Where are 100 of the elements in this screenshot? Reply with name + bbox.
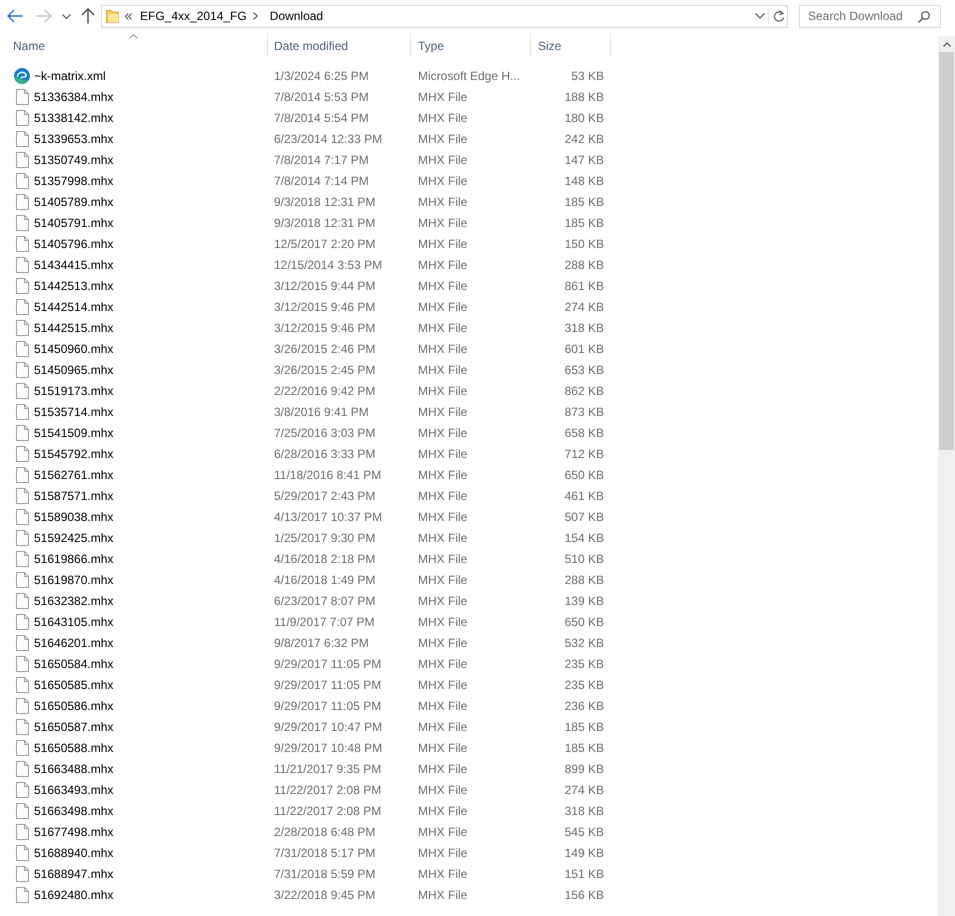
file-size: 318 KB [564, 320, 604, 334]
file-name[interactable]: 51442515.mhx [34, 320, 114, 334]
file-size: 236 KB [564, 698, 604, 712]
file-name[interactable]: 51677498.mhx [34, 824, 114, 838]
search-icon[interactable] [918, 10, 930, 22]
document-icon [16, 844, 29, 860]
date-modified: 5/29/2017 2:43 PM [274, 488, 376, 502]
document-icon [16, 172, 29, 188]
file-type: MHX File [418, 384, 468, 398]
column-header[interactable]: Date modified [268, 33, 411, 57]
file-name[interactable]: 51663493.mhx [34, 782, 114, 796]
date-modified: 9/29/2017 10:47 PM [274, 720, 382, 734]
file-name[interactable]: 51650586.mhx [34, 698, 114, 712]
file-type: MHX File [418, 866, 468, 880]
back-button[interactable] [7, 8, 23, 24]
date-modified: 11/9/2017 7:07 PM [274, 614, 375, 628]
file-name[interactable]: 51663488.mhx [34, 762, 114, 776]
document-icon [16, 802, 29, 818]
file-size: 185 KB [564, 216, 604, 230]
up-button[interactable] [81, 8, 95, 24]
search-field[interactable]: Search Download [799, 4, 941, 28]
file-name[interactable]: 51692480.mhx [34, 888, 114, 902]
file-name[interactable]: 51587571.mhx [34, 488, 114, 502]
file-name[interactable]: 51589038.mhx [34, 510, 114, 524]
file-name[interactable]: 51450965.mhx [34, 362, 114, 376]
file-type: MHX File [418, 804, 468, 818]
file-name[interactable]: 51442513.mhx [34, 278, 114, 292]
file-size: 650 KB [564, 468, 604, 482]
file-size: 653 KB [564, 362, 604, 376]
file-name[interactable]: 51632382.mhx [34, 594, 114, 608]
file-name[interactable]: 51519173.mhx [34, 384, 114, 398]
date-modified: 2/28/2018 6:48 PM [274, 824, 376, 838]
document-icon [16, 634, 29, 650]
file-name[interactable]: 51339653.mhx [34, 132, 114, 146]
file-name[interactable]: 51619870.mhx [34, 572, 114, 586]
file-type: MHX File [418, 824, 468, 838]
scrollbar-thumb[interactable] [939, 52, 954, 450]
file-type: MHX File [418, 132, 468, 146]
file-name[interactable]: 51350749.mhx [34, 152, 114, 166]
file-name[interactable]: 51650584.mhx [34, 656, 114, 670]
document-icon [16, 676, 29, 692]
file-type: MHX File [418, 342, 468, 356]
chevron-down-icon [755, 13, 765, 19]
file-type: MHX File [418, 636, 468, 650]
file-name[interactable]: 51357998.mhx [34, 174, 114, 188]
date-modified: 7/25/2016 3:03 PM [274, 426, 376, 440]
file-name[interactable]: 51434415.mhx [34, 258, 114, 272]
file-name[interactable]: 51405796.mhx [34, 236, 114, 250]
file-name[interactable]: 51646201.mhx [34, 636, 114, 650]
file-name[interactable]: 51688940.mhx [34, 846, 114, 860]
column-header[interactable]: Size [531, 33, 611, 57]
file-name[interactable]: 51643105.mhx [34, 614, 114, 628]
scrollbar-track[interactable] [938, 36, 955, 916]
date-modified: 9/29/2017 11:05 PM [274, 698, 382, 712]
file-name[interactable]: 51688947.mhx [34, 866, 114, 880]
file-name[interactable]: 51545792.mhx [34, 446, 114, 460]
address-history-button[interactable] [755, 13, 765, 19]
document-icon [16, 110, 29, 126]
refresh-button[interactable] [773, 10, 785, 22]
date-modified: 4/16/2018 1:49 PM [274, 572, 376, 586]
date-modified: 11/22/2017 2:08 PM [274, 804, 382, 818]
file-name[interactable]: 51562761.mhx [34, 468, 114, 482]
file-size: 154 KB [564, 530, 604, 544]
file-type: MHX File [418, 110, 468, 124]
document-icon [16, 866, 29, 882]
file-size: 53 KB [571, 68, 604, 82]
file-name[interactable]: 51405789.mhx [34, 194, 114, 208]
document-icon [16, 88, 29, 104]
file-type: MHX File [418, 362, 468, 376]
file-size: 873 KB [564, 404, 604, 418]
file-size: 532 KB [564, 636, 604, 650]
file-name[interactable]: 51336384.mhx [34, 90, 114, 104]
file-name[interactable]: 51663498.mhx [34, 804, 114, 818]
file-name[interactable]: 51442514.mhx [34, 300, 114, 314]
file-size: 242 KB [564, 132, 604, 146]
file-type: MHX File [418, 236, 468, 250]
breadcrumb[interactable]: Download [270, 9, 324, 23]
document-icon [16, 236, 29, 252]
breadcrumb[interactable]: EFG_4xx_2014_FG [140, 9, 247, 23]
file-name[interactable]: 51650587.mhx [34, 720, 114, 734]
swirl-icon [14, 68, 30, 84]
file-name[interactable]: 51450960.mhx [34, 342, 114, 356]
file-name[interactable]: 51535714.mhx [34, 404, 114, 418]
file-size: 139 KB [564, 594, 604, 608]
document-icon [16, 740, 29, 756]
column-header[interactable]: Type [411, 33, 531, 57]
chevron-right-icon[interactable] [252, 12, 258, 20]
file-name[interactable]: 51541509.mhx [34, 426, 114, 440]
file-name[interactable]: 51650588.mhx [34, 740, 114, 754]
file-name[interactable]: 51338142.mhx [34, 110, 114, 124]
file-name[interactable]: 51405791.mhx [34, 216, 114, 230]
double-chevron-icon[interactable] [125, 12, 132, 20]
date-modified: 6/23/2017 8:07 PM [274, 594, 376, 608]
file-size: 461 KB [564, 488, 604, 502]
file-name[interactable]: 51592425.mhx [34, 530, 114, 544]
file-name[interactable]: ~k-matrix.xml [34, 68, 106, 82]
file-name[interactable]: 51619866.mhx [34, 552, 114, 566]
file-name[interactable]: 51650585.mhx [34, 678, 114, 692]
column-header[interactable]: Name [0, 33, 268, 57]
address-bar[interactable]: EFG_4xx_2014_FG Download [101, 4, 788, 28]
